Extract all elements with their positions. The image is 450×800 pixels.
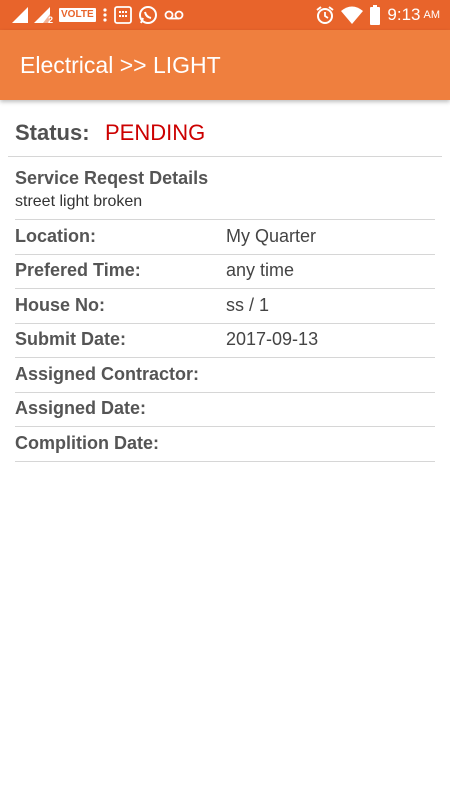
status-value: PENDING <box>105 120 206 145</box>
voicemail-icon <box>164 10 184 20</box>
assigned-date-label: Assigned Date: <box>15 398 147 418</box>
location-value: My Quarter <box>226 226 317 246</box>
location-label: Location: <box>15 226 96 246</box>
clock-ampm: AM <box>423 9 441 21</box>
assigned-contractor-row: Assigned Contractor: <box>15 358 435 393</box>
app-toolbar: Electrical >> LIGHT <box>0 30 450 100</box>
wifi-icon <box>341 6 364 24</box>
house-no-label: House No: <box>15 295 105 315</box>
assigned-date-row: Assigned Date: <box>15 392 435 427</box>
battery-icon <box>370 5 381 25</box>
submit-date-label: Submit Date: <box>15 329 127 349</box>
clock-time: 9:13 <box>387 5 421 24</box>
status-label: Status: <box>15 120 90 145</box>
location-row: Location: My Quarter <box>15 220 435 255</box>
details-title: Service Reqest Details <box>15 168 209 188</box>
status-row: Status: PENDING <box>8 112 442 157</box>
system-status-bar: 2 VOLTE 9:13 AM <box>0 0 450 30</box>
more-vertical-icon <box>103 8 107 22</box>
page-title: Electrical >> LIGHT <box>20 52 221 78</box>
submit-date-row: Submit Date: 2017-09-13 <box>15 323 435 358</box>
submit-date-value: 2017-09-13 <box>226 329 319 349</box>
sim-number-label: 2 <box>48 15 54 25</box>
service-request-details: Service Reqest Details street light brok… <box>15 156 435 220</box>
calculator-icon <box>113 6 132 24</box>
volte-badge: VOLTE <box>59 8 96 22</box>
complition-date-label: Complition Date: <box>15 433 159 453</box>
assigned-contractor-label: Assigned Contractor: <box>15 364 200 384</box>
prefered-time-label: Prefered Time: <box>15 260 141 280</box>
house-no-row: House No: ss / 1 <box>15 289 435 324</box>
alarm-icon <box>316 6 335 24</box>
details-description: street light broken <box>15 193 143 210</box>
signal-icon <box>12 7 28 23</box>
prefered-time-value: any time <box>226 260 295 280</box>
house-no-value: ss / 1 <box>226 295 270 315</box>
complition-date-row: Complition Date: <box>15 427 435 462</box>
whatsapp-icon <box>138 6 157 24</box>
prefered-time-row: Prefered Time: any time <box>15 254 435 289</box>
